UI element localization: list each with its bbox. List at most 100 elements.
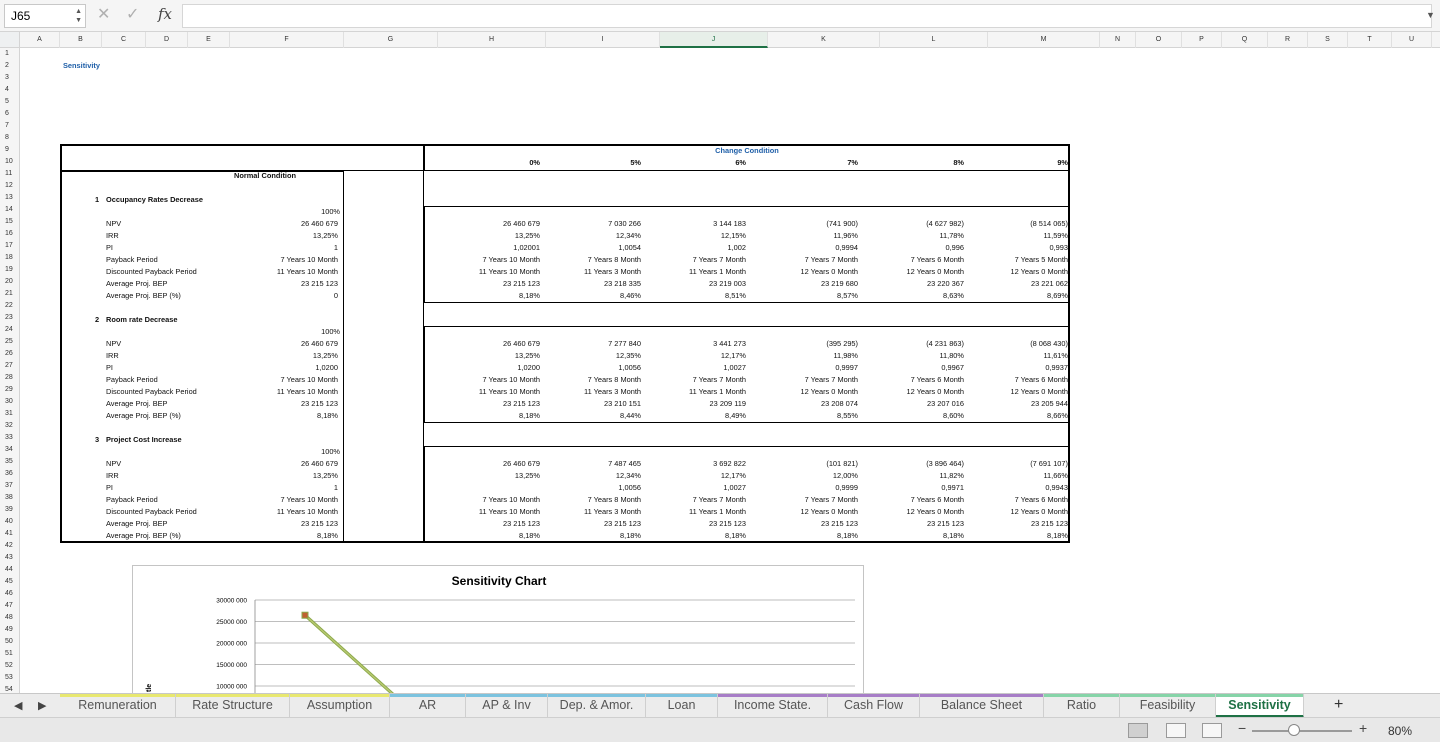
zoom-slider-thumb[interactable] — [1288, 724, 1300, 736]
sheet-tab-ratio[interactable]: Ratio — [1044, 694, 1120, 718]
row-header[interactable]: 26 — [0, 348, 19, 360]
column-header[interactable]: Q — [1222, 32, 1268, 48]
row-header[interactable]: 29 — [0, 384, 19, 396]
row-header[interactable]: 17 — [0, 240, 19, 252]
column-header[interactable]: T — [1348, 32, 1392, 48]
column-header[interactable]: H — [438, 32, 546, 48]
row-header[interactable]: 28 — [0, 372, 19, 384]
row-header[interactable]: 37 — [0, 480, 19, 492]
sheet-tab-ar[interactable]: AR — [390, 694, 466, 718]
row-header[interactable]: 20 — [0, 276, 19, 288]
row-header[interactable]: 53 — [0, 672, 19, 684]
row-header[interactable]: 35 — [0, 456, 19, 468]
column-header[interactable]: O — [1136, 32, 1182, 48]
column-header[interactable]: C — [102, 32, 146, 48]
column-header[interactable]: K — [768, 32, 880, 48]
row-header[interactable]: 8 — [0, 132, 19, 144]
row-header[interactable]: 50 — [0, 636, 19, 648]
column-header[interactable]: R — [1268, 32, 1308, 48]
row-header[interactable]: 51 — [0, 648, 19, 660]
add-sheet-icon[interactable]: + — [1334, 696, 1343, 714]
row-header[interactable]: 39 — [0, 504, 19, 516]
column-header[interactable]: I — [546, 32, 660, 48]
name-box[interactable]: J65 ▲ ▼ — [4, 4, 86, 28]
row-header[interactable]: 7 — [0, 120, 19, 132]
sheet-tab-dep-amor-[interactable]: Dep. & Amor. — [548, 694, 646, 718]
row-header[interactable]: 54 — [0, 684, 19, 693]
row-header[interactable]: 38 — [0, 492, 19, 504]
prev-sheet-icon[interactable]: ◀ — [14, 699, 22, 712]
row-header[interactable]: 12 — [0, 180, 19, 192]
row-header[interactable]: 16 — [0, 228, 19, 240]
sheet-tab-sensitivity[interactable]: Sensitivity — [1216, 694, 1304, 718]
function-icon[interactable]: fx — [158, 5, 172, 23]
column-header[interactable]: F — [230, 32, 344, 48]
sheet-tab-balance-sheet[interactable]: Balance Sheet — [920, 694, 1044, 718]
row-header[interactable]: 49 — [0, 624, 19, 636]
column-header[interactable]: G — [344, 32, 438, 48]
row-header[interactable]: 1 — [0, 48, 19, 60]
row-header[interactable]: 5 — [0, 96, 19, 108]
column-header[interactable]: M — [988, 32, 1100, 48]
column-header[interactable]: N — [1100, 32, 1136, 48]
row-header[interactable]: 34 — [0, 444, 19, 456]
confirm-icon[interactable]: ✓ — [126, 6, 139, 24]
page-layout-view-icon[interactable] — [1166, 723, 1186, 738]
select-all-corner[interactable] — [0, 32, 20, 48]
row-header[interactable]: 10 — [0, 156, 19, 168]
row-header[interactable]: 46 — [0, 588, 19, 600]
column-header[interactable]: J — [660, 32, 768, 48]
column-header[interactable]: U — [1392, 32, 1432, 48]
row-header[interactable]: 36 — [0, 468, 19, 480]
next-sheet-icon[interactable]: ▶ — [38, 699, 46, 712]
row-header[interactable]: 14 — [0, 204, 19, 216]
row-header[interactable]: 23 — [0, 312, 19, 324]
row-header[interactable]: 41 — [0, 528, 19, 540]
sheet-tab-ap-inv[interactable]: AP & Inv — [466, 694, 548, 718]
row-header[interactable]: 40 — [0, 516, 19, 528]
formula-input[interactable] — [182, 4, 1432, 28]
row-header[interactable]: 3 — [0, 72, 19, 84]
column-header[interactable]: P — [1182, 32, 1222, 48]
row-header[interactable]: 32 — [0, 420, 19, 432]
row-header[interactable]: 52 — [0, 660, 19, 672]
row-header[interactable]: 18 — [0, 252, 19, 264]
row-header[interactable]: 22 — [0, 300, 19, 312]
row-header[interactable]: 24 — [0, 324, 19, 336]
sheet-tab-assumption[interactable]: Assumption — [290, 694, 390, 718]
zoom-in-icon[interactable]: + — [1359, 720, 1367, 736]
row-header[interactable]: 33 — [0, 432, 19, 444]
column-header[interactable]: B — [60, 32, 102, 48]
chevron-down-icon[interactable]: ▼ — [1426, 10, 1435, 20]
cancel-icon[interactable]: ✕ — [97, 6, 110, 24]
sheet-tab-rate-structure[interactable]: Rate Structure — [176, 694, 290, 718]
column-header[interactable]: D — [146, 32, 188, 48]
sheet-tab-cash-flow[interactable]: Cash Flow — [828, 694, 920, 718]
row-header[interactable]: 6 — [0, 108, 19, 120]
column-header[interactable]: A — [20, 32, 60, 48]
column-header[interactable]: E — [188, 32, 230, 48]
data-point[interactable] — [301, 611, 309, 619]
row-header[interactable]: 30 — [0, 396, 19, 408]
sensitivity-chart[interactable]: Sensitivity Chart 30000 000 25000 000 2000… — [132, 565, 864, 693]
zoom-out-icon[interactable]: − — [1238, 720, 1246, 736]
zoom-slider[interactable] — [1252, 730, 1352, 732]
sheet-tab-loan[interactable]: Loan — [646, 694, 718, 718]
series-line[interactable] — [304, 614, 398, 693]
row-header[interactable]: 11 — [0, 168, 19, 180]
row-header[interactable]: 45 — [0, 576, 19, 588]
row-header[interactable]: 47 — [0, 600, 19, 612]
row-header[interactable]: 31 — [0, 408, 19, 420]
row-header[interactable]: 13 — [0, 192, 19, 204]
name-box-stepper-icon[interactable]: ▲ ▼ — [75, 7, 82, 25]
sheet-tab-income-state-[interactable]: Income State. — [718, 694, 828, 718]
row-header[interactable]: 25 — [0, 336, 19, 348]
column-header[interactable]: V — [1432, 32, 1440, 48]
worksheet-grid[interactable]: Sensitivity Change Condition Normal Cond… — [20, 48, 1440, 693]
row-header[interactable]: 2 — [0, 60, 19, 72]
normal-view-icon[interactable] — [1128, 723, 1148, 738]
row-header[interactable]: 42 — [0, 540, 19, 552]
row-header[interactable]: 15 — [0, 216, 19, 228]
sheet-tab-feasibility[interactable]: Feasibility — [1120, 694, 1216, 718]
row-header[interactable]: 44 — [0, 564, 19, 576]
